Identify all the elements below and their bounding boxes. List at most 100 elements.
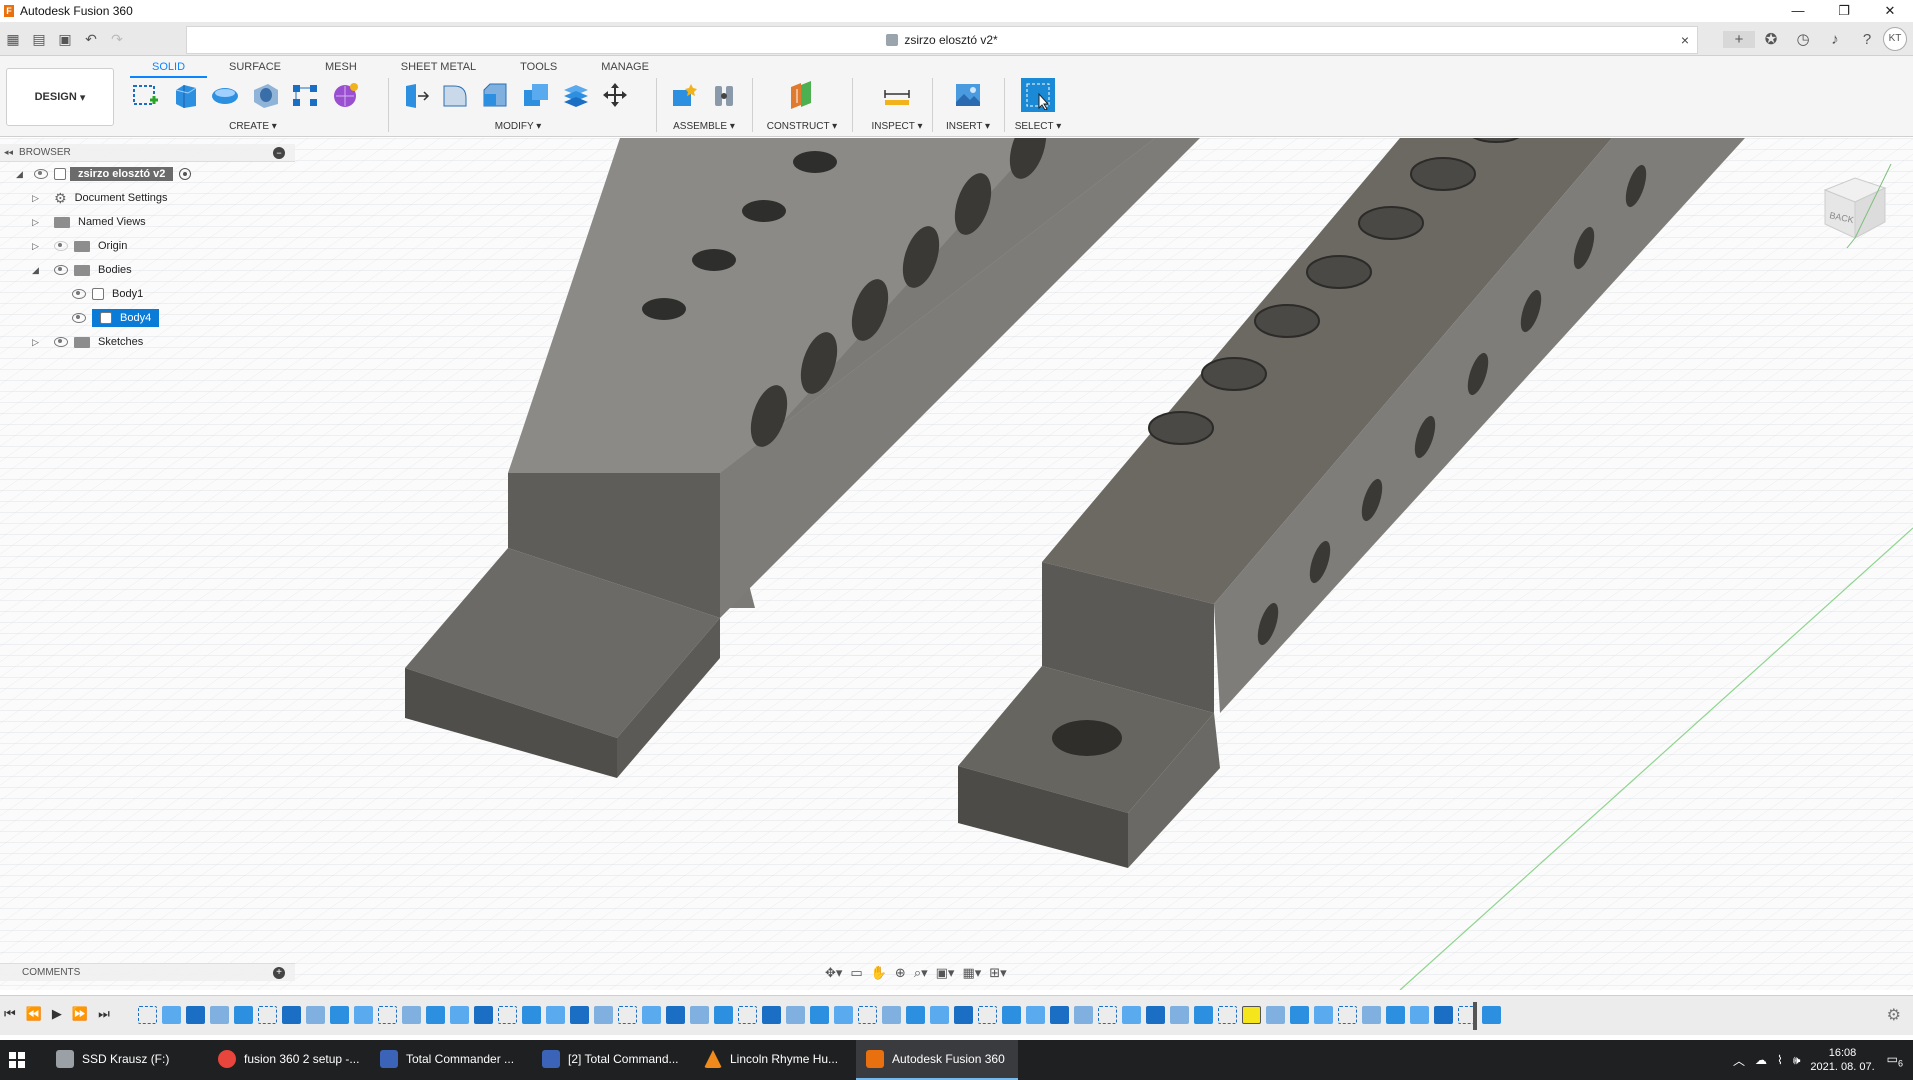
visibility-eye-icon[interactable] — [54, 337, 68, 347]
tree-item-document-settings[interactable]: ▷ ⚙ Document Settings — [0, 186, 295, 210]
visibility-eye-icon[interactable] — [54, 241, 68, 251]
timeline-feature-icon[interactable] — [258, 1006, 277, 1024]
joint-icon[interactable] — [707, 78, 741, 112]
expand-toggle-icon[interactable]: ▷ — [32, 241, 42, 252]
timeline-feature-icon[interactable] — [1026, 1006, 1045, 1024]
timeline-feature-icon[interactable] — [282, 1006, 301, 1024]
timeline-feature-icon[interactable] — [642, 1006, 661, 1024]
step-back-icon[interactable]: ⏪ — [26, 1006, 42, 1022]
tree-item-body4[interactable]: Body4 — [0, 306, 295, 330]
extensions-icon[interactable]: ✪ — [1755, 30, 1787, 48]
timeline-feature-icon[interactable] — [1362, 1006, 1381, 1024]
timeline-feature-icon[interactable] — [594, 1006, 613, 1024]
timeline-feature-icon[interactable] — [450, 1006, 469, 1024]
zoom-icon[interactable]: ⊕ — [895, 965, 906, 981]
timeline-feature-icon[interactable] — [762, 1006, 781, 1024]
timeline-feature-icon[interactable] — [402, 1006, 421, 1024]
taskbar-item-chrome[interactable]: fusion 360 2 setup -... — [208, 1040, 370, 1080]
visibility-eye-icon[interactable] — [72, 313, 86, 323]
timeline-feature-icon[interactable] — [666, 1006, 685, 1024]
taskbar-item-vlc[interactable]: Lincoln Rhyme Hu... — [694, 1040, 856, 1080]
timeline-feature-icon[interactable] — [138, 1006, 157, 1024]
timeline-feature-icon[interactable] — [1098, 1006, 1117, 1024]
look-at-icon[interactable]: ▭ — [850, 965, 862, 981]
expand-toggle-icon[interactable]: ◢ — [32, 265, 42, 276]
pattern-icon[interactable] — [288, 78, 322, 112]
timeline-feature-icon[interactable] — [162, 1006, 181, 1024]
create-form-icon[interactable] — [328, 78, 362, 112]
select-icon[interactable] — [1021, 78, 1055, 112]
measure-icon[interactable] — [880, 78, 914, 112]
assemble-menu[interactable]: ASSEMBLE — [673, 121, 727, 132]
timeline-feature-icon[interactable] — [378, 1006, 397, 1024]
timeline-feature-icon[interactable] — [354, 1006, 373, 1024]
tab-solid[interactable]: SOLID — [130, 58, 208, 78]
shell-icon[interactable] — [518, 78, 552, 112]
add-comment-button[interactable]: + — [273, 966, 285, 979]
restore-button[interactable]: ❐ — [1821, 0, 1867, 22]
workspace-switcher[interactable]: DESIGN ▾ — [6, 68, 114, 126]
visibility-eye-icon[interactable] — [72, 289, 86, 299]
timeline-feature-icon[interactable] — [810, 1006, 829, 1024]
tab-sheet-metal[interactable]: SHEET METAL — [379, 58, 498, 78]
timeline-feature-icon[interactable] — [1074, 1006, 1093, 1024]
display-settings-icon[interactable]: ▣▾ — [936, 965, 955, 981]
viewcube[interactable]: BACK — [1815, 160, 1895, 250]
minimize-button[interactable]: — — [1775, 0, 1821, 22]
timeline-feature-icon[interactable] — [330, 1006, 349, 1024]
file-menu-icon[interactable]: ▤ — [26, 31, 52, 48]
timeline-feature-icon[interactable] — [546, 1006, 565, 1024]
tray-expand-icon[interactable]: ︿ — [1733, 1052, 1745, 1069]
combine-icon[interactable] — [558, 78, 592, 112]
timeline-feature-icon[interactable] — [1482, 1006, 1501, 1024]
construct-menu[interactable]: CONSTRUCT — [767, 121, 830, 132]
timeline-feature-icon[interactable] — [690, 1006, 709, 1024]
visibility-eye-icon[interactable] — [34, 169, 48, 179]
go-to-start-icon[interactable]: ⏮ — [4, 1006, 16, 1022]
collapse-panel-icon[interactable]: ◂◂ — [4, 147, 13, 158]
document-tab[interactable]: zsirzo elosztó v2* × — [186, 26, 1698, 54]
timeline-feature-icon[interactable] — [714, 1006, 733, 1024]
timeline-feature-icon[interactable] — [1386, 1006, 1405, 1024]
timeline-feature-icon[interactable] — [1050, 1006, 1069, 1024]
tree-item-origin[interactable]: ▷ Origin — [0, 234, 295, 258]
timeline-feature-icon[interactable] — [1290, 1006, 1309, 1024]
timeline-feature-icon[interactable] — [522, 1006, 541, 1024]
timeline-feature-icon[interactable] — [906, 1006, 925, 1024]
onedrive-icon[interactable]: ☁ — [1755, 1053, 1767, 1067]
tree-item-named-views[interactable]: ▷ Named Views — [0, 210, 295, 234]
start-button[interactable] — [0, 1040, 34, 1080]
timeline-feature-icon[interactable] — [426, 1006, 445, 1024]
timeline-feature-icon[interactable] — [930, 1006, 949, 1024]
select-menu[interactable]: SELECT — [1015, 121, 1054, 132]
tree-item-sketches[interactable]: ▷ Sketches — [0, 330, 295, 354]
offset-plane-icon[interactable] — [785, 78, 819, 112]
modify-menu[interactable]: MODIFY — [495, 121, 534, 132]
timeline-feature-icon[interactable] — [738, 1006, 757, 1024]
timeline-feature-icon[interactable] — [570, 1006, 589, 1024]
timeline-marker[interactable] — [1473, 1002, 1477, 1030]
timeline-feature-icon[interactable] — [1218, 1006, 1237, 1024]
timeline-feature-icon[interactable] — [1266, 1006, 1285, 1024]
new-tab-icon[interactable]: + — [1723, 30, 1755, 48]
timeline-feature-icon[interactable] — [1314, 1006, 1333, 1024]
timeline-feature-icon[interactable] — [1122, 1006, 1141, 1024]
visibility-eye-icon[interactable] — [54, 265, 68, 275]
timeline-feature-icon[interactable] — [210, 1006, 229, 1024]
press-pull-icon[interactable] — [398, 78, 432, 112]
save-icon[interactable]: ▣ — [52, 31, 78, 48]
chamfer-icon[interactable] — [478, 78, 512, 112]
orbit-icon[interactable]: ✥▾ — [825, 965, 842, 981]
viewports-icon[interactable]: ⊞▾ — [989, 965, 1006, 981]
timeline-feature-icon[interactable] — [858, 1006, 877, 1024]
browser-minimize-button[interactable]: − — [273, 146, 285, 159]
tree-root[interactable]: ◢ zsirzo elosztó v2 — [0, 162, 295, 186]
tree-item-body1[interactable]: Body1 — [0, 282, 295, 306]
fillet-icon[interactable] — [438, 78, 472, 112]
taskbar-item-drive[interactable]: SSD Krausz (F:) — [46, 1040, 208, 1080]
create-menu[interactable]: CREATE — [229, 121, 269, 132]
tab-mesh[interactable]: MESH — [303, 58, 379, 78]
timeline-feature-icon[interactable] — [834, 1006, 853, 1024]
timeline-feature-icon[interactable] — [1170, 1006, 1189, 1024]
move-icon[interactable] — [598, 78, 632, 112]
